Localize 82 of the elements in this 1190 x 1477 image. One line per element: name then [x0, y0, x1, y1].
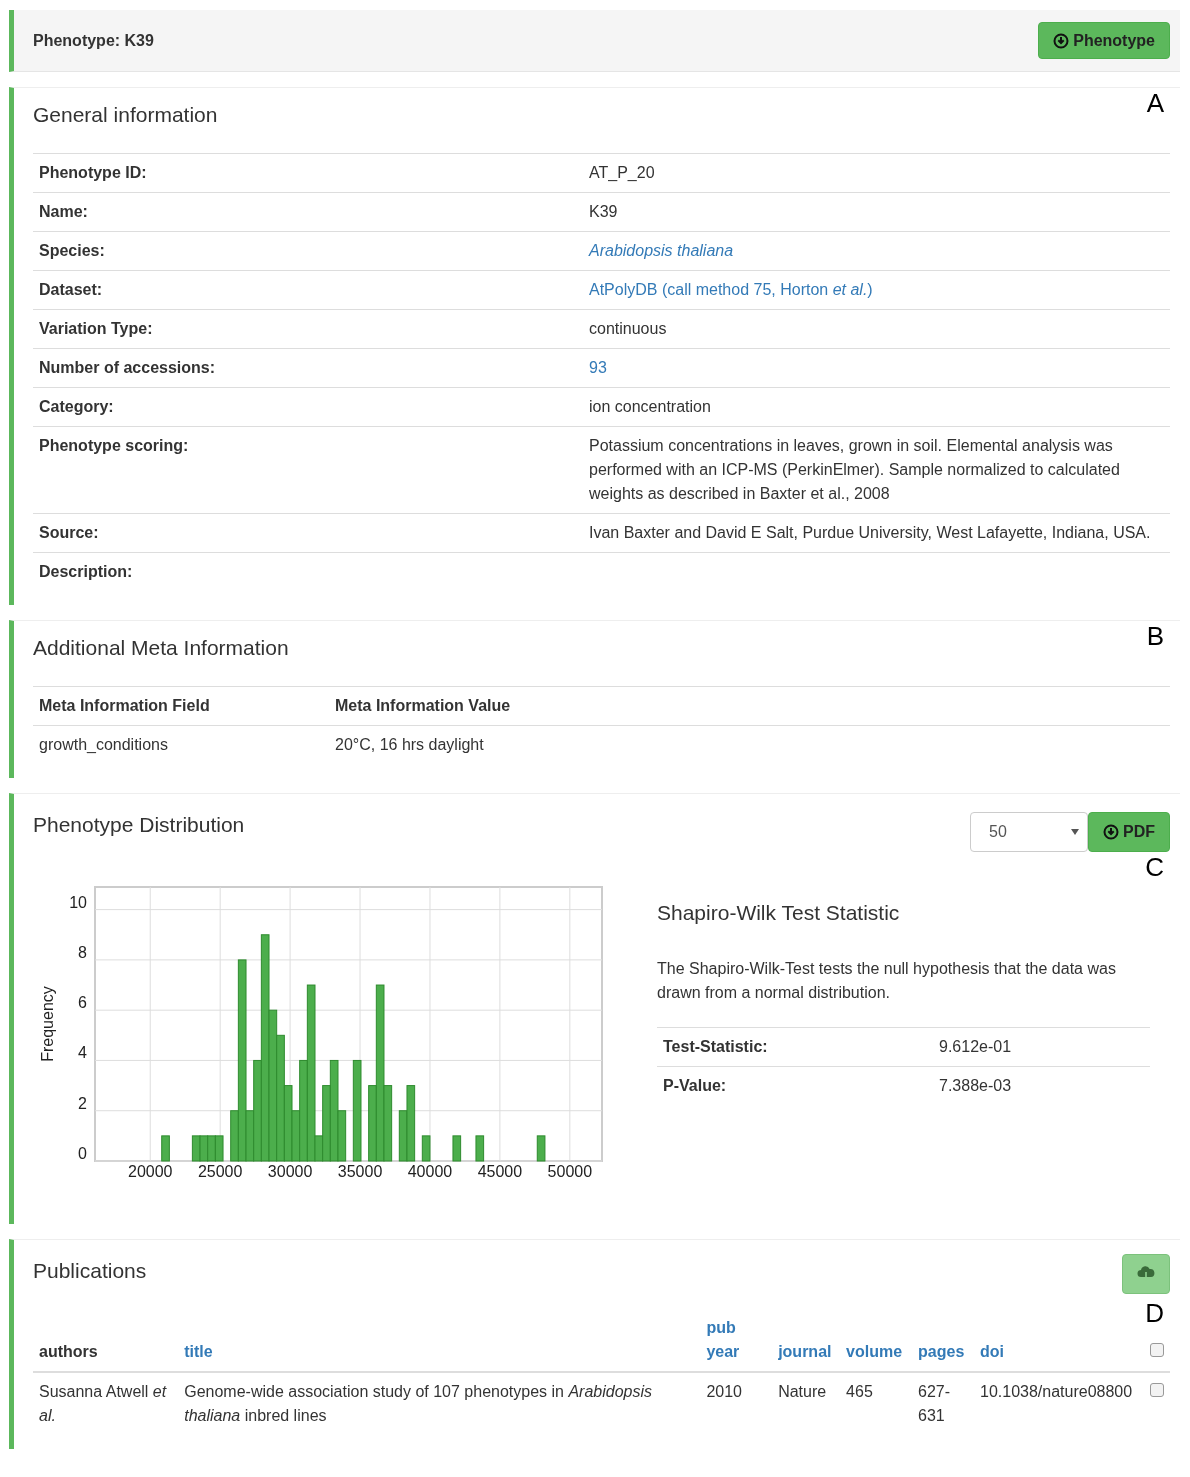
field-label: Category: [33, 387, 583, 427]
y-tick-label: 2 [78, 1094, 87, 1112]
histogram-bar [199, 1135, 209, 1162]
x-tick-label: 25000 [197, 1163, 243, 1181]
table-cell: 627-631 [912, 1372, 974, 1436]
x-tick-label: 30000 [267, 1163, 313, 1181]
table-cell: 10.1038/nature08800 [974, 1372, 1144, 1436]
row-checkbox[interactable] [1150, 1383, 1164, 1398]
column-header[interactable]: volume [846, 1340, 903, 1365]
field-label: Name: [33, 192, 583, 232]
x-tick-label: 35000 [337, 1163, 383, 1181]
x-tick-label: 50000 [547, 1163, 593, 1181]
field-label: Variation Type: [33, 309, 583, 349]
field-link[interactable]: Arabidopsis thaliana [589, 242, 734, 259]
field-label: Description: [33, 552, 583, 591]
y-tick-label: 0 [78, 1145, 87, 1163]
table-cell: 2010 [700, 1372, 773, 1436]
stat-label: P-Value: [657, 1066, 933, 1105]
column-header: Meta Information Field [33, 686, 329, 726]
field-value: K39 [589, 203, 618, 220]
download-icon [1053, 32, 1070, 49]
histogram-bar [452, 1135, 462, 1162]
x-tick-label: 45000 [477, 1163, 523, 1181]
panel-label: A [1146, 88, 1164, 120]
field-value: Ivan Baxter and David E Salt, Purdue University, West Lafayette, Indiana, USA. [589, 524, 1151, 541]
section-title: Phenotype Distribution [33, 812, 245, 838]
column-header: authors [39, 1342, 98, 1363]
y-tick-label: 8 [78, 944, 87, 962]
field-value: continuous [589, 320, 667, 337]
section-title: Publications [33, 1258, 147, 1284]
section-title: Additional Meta Information [33, 635, 289, 661]
field-link[interactable]: AtPolyDB (call method 75, Horton et al.) [589, 281, 873, 298]
bins-select[interactable]: 50 [970, 812, 1088, 852]
table-cell: Genome-wide association study of 107 phenotypes in Arabidopsis thaliana inbred lines [178, 1372, 701, 1436]
y-axis-label: Frequency [39, 986, 56, 1062]
field-label: Dataset: [33, 270, 583, 310]
histogram-bar [421, 1135, 431, 1162]
stat-value: 7.388e-03 [933, 1066, 1150, 1105]
stat-value: 9.612e-01 [933, 1027, 1150, 1067]
stat-label: Test-Statistic: [657, 1027, 933, 1067]
select-all-checkbox[interactable] [1150, 1343, 1164, 1358]
page-title: Phenotype: K39 [33, 30, 154, 51]
histogram-bar [536, 1135, 546, 1162]
x-tick-label: 20000 [128, 1163, 173, 1181]
table-cell: Nature [772, 1372, 841, 1436]
column-header: Meta Information Value [329, 686, 1170, 726]
stats-title: Shapiro-Wilk Test Statistic [657, 900, 901, 927]
field-value: Potassium concentrations in leaves, grown in soil. Elemental analysis was performed with an ICP-MS (PerkinElmer). Sample normalized to calculated weights as described in Baxter et al., 2008 [589, 437, 1120, 502]
stats-description: The Shapiro-Wilk-Test tests the null hypothesis that the data was drawn from a normal distribution. [657, 958, 1117, 1003]
y-tick-label: 4 [78, 1044, 87, 1062]
column-header[interactable]: title [184, 1340, 213, 1365]
column-header[interactable]: doi [980, 1340, 1004, 1365]
field-label: Phenotype ID: [33, 153, 583, 193]
download-icon [1103, 824, 1119, 840]
table-cell: 20°C, 16 hrs daylight [329, 725, 1170, 764]
field-label: Species: [33, 231, 583, 271]
field-link[interactable]: 93 [589, 359, 607, 376]
panel-label: B [1146, 621, 1164, 653]
column-header[interactable]: pub year [706, 1316, 767, 1365]
table-cell: 465 [840, 1372, 913, 1436]
column-header[interactable]: journal [778, 1340, 832, 1365]
histogram-bar [475, 1135, 485, 1162]
pdf-button[interactable]: PDF [1088, 812, 1170, 852]
caret-icon [1071, 829, 1079, 835]
table-cell: growth_conditions [33, 725, 329, 764]
table-cell: Susanna Atwell et al. [33, 1372, 179, 1436]
histogram-bar [207, 1135, 216, 1162]
panel-label: D [1145, 1298, 1164, 1330]
field-label: Phenotype scoring: [33, 426, 583, 514]
histogram-bar [161, 1135, 170, 1162]
field-value: ion concentration [589, 398, 711, 415]
x-tick-label: 40000 [407, 1163, 453, 1181]
y-tick-label: 10 [69, 893, 87, 911]
field-label: Number of accessions: [33, 348, 583, 388]
field-label: Source: [33, 513, 583, 553]
histogram-bar [214, 1135, 224, 1162]
field-value: AT_P_20 [589, 164, 655, 181]
phenotype-download-button[interactable]: Phenotype [1038, 21, 1170, 60]
section-title: General information [33, 102, 218, 128]
panel-label: C [1145, 852, 1164, 884]
y-tick-label: 6 [78, 994, 87, 1012]
column-header[interactable]: pages [918, 1340, 965, 1365]
